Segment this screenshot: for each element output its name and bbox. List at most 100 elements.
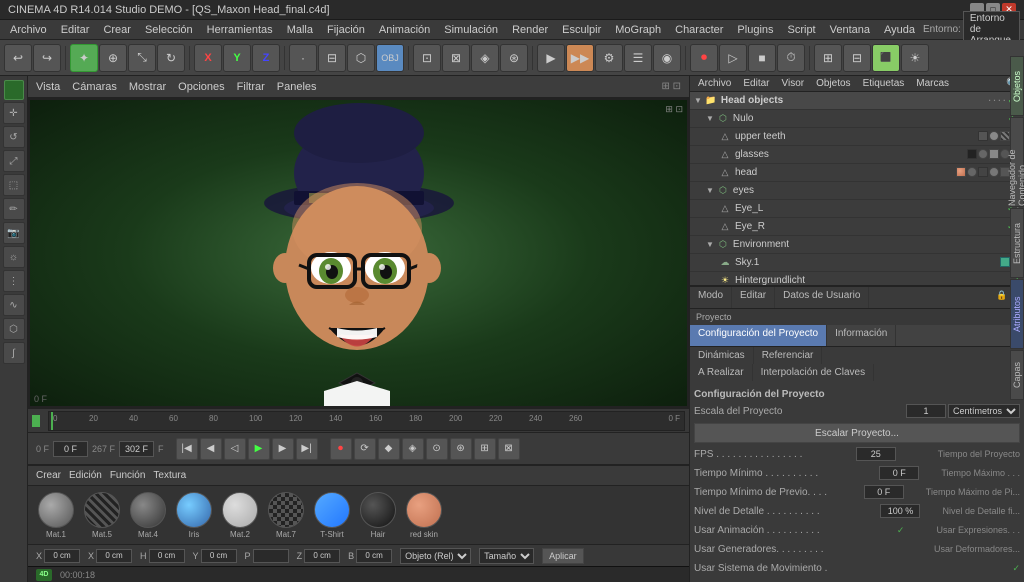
tamaño-select[interactable]: Tamaño — [479, 548, 534, 564]
render-full-btn[interactable]: ▶▶ — [566, 44, 594, 72]
nurbs-btn[interactable]: ∿ — [3, 294, 25, 316]
vp-paneles[interactable]: Paneles — [277, 81, 317, 93]
mat-item-5[interactable]: Mat.5 — [82, 492, 122, 539]
vp-opciones[interactable]: Opciones — [178, 81, 224, 93]
goto-end-btn[interactable]: ▶| — [296, 438, 318, 460]
coord-y-input[interactable] — [201, 549, 237, 563]
vp-vista[interactable]: Vista — [36, 81, 60, 93]
mat-funcion[interactable]: Función — [110, 470, 146, 481]
rotate-tool-btn[interactable]: ↺ — [3, 126, 25, 148]
menu-archivo[interactable]: Archivo — [4, 23, 53, 37]
mat-item-7[interactable]: Mat.7 — [266, 492, 306, 539]
attr-subtab-interp[interactable]: Interpolación de Claves — [753, 364, 875, 381]
side-tab-capas[interactable]: Capas — [1010, 350, 1024, 400]
goto-start-btn[interactable]: |◀ — [176, 438, 198, 460]
side-tab-objetos[interactable]: Objetos — [1010, 56, 1024, 116]
attr-tminp-input[interactable] — [864, 485, 904, 499]
mat-item-1[interactable]: Mat.1 — [36, 492, 76, 539]
key-btn[interactable]: ◆ — [378, 438, 400, 460]
frame-current-input[interactable] — [53, 441, 88, 457]
menu-ayuda[interactable]: Ayuda — [878, 23, 921, 37]
snap2-btn[interactable]: ⊠ — [442, 44, 470, 72]
coord-x2-input[interactable] — [96, 549, 132, 563]
mat-item-4[interactable]: Mat.4 — [128, 492, 168, 539]
render-extra-btn[interactable]: ◉ — [653, 44, 681, 72]
play-back-btn[interactable]: ◁ — [224, 438, 246, 460]
attr-tmin-input[interactable] — [879, 466, 919, 480]
rp-archivo[interactable]: Archivo — [694, 77, 735, 90]
paint-tool-btn[interactable]: ✏ — [3, 198, 25, 220]
menu-animacion[interactable]: Animación — [373, 23, 436, 37]
coord-z-input[interactable] — [304, 549, 340, 563]
polys-btn[interactable]: ⬡ — [347, 44, 375, 72]
menu-herramientas[interactable]: Herramientas — [201, 23, 279, 37]
color-btn[interactable]: ⬛ — [872, 44, 900, 72]
mat-item-2[interactable]: Mat.2 — [220, 492, 260, 539]
rp-objetos[interactable]: Objetos — [812, 77, 854, 90]
menu-render[interactable]: Render — [506, 23, 554, 37]
object-mode-select[interactable]: Objeto (Rel) — [400, 548, 471, 564]
attr-tab-modo[interactable]: Modo — [690, 287, 732, 308]
menu-esculpir[interactable]: Esculpir — [556, 23, 607, 37]
grid-snap-btn[interactable]: ⊞ — [474, 438, 496, 460]
play-fwd-btn[interactable]: ▶ — [248, 438, 270, 460]
menu-mograph[interactable]: MoGraph — [609, 23, 667, 37]
vp-mostrar[interactable]: Mostrar — [129, 81, 166, 93]
coord-p-input[interactable] — [253, 549, 289, 563]
menu-fijacion[interactable]: Fijación — [321, 23, 371, 37]
render-queue-btn[interactable]: ☰ — [624, 44, 652, 72]
coord-b-input[interactable] — [356, 549, 392, 563]
z-axis-btn[interactable]: Z — [252, 44, 280, 72]
menu-simulacion[interactable]: Simulación — [438, 23, 504, 37]
prev-frame-btn[interactable]: ◀ — [200, 438, 222, 460]
move-tool-btn[interactable]: ✛ — [3, 102, 25, 124]
loop-btn[interactable]: ⟳ — [354, 438, 376, 460]
undo-btn[interactable]: ↩ — [4, 44, 32, 72]
mat-item-iris[interactable]: Iris — [174, 492, 214, 539]
viewport[interactable]: ⊞ ⊡ 0 F — [28, 98, 689, 408]
record-btn[interactable]: ⏺ — [690, 44, 718, 72]
aplicar-btn[interactable]: Aplicar — [542, 548, 584, 564]
menu-character[interactable]: Character — [669, 23, 729, 37]
attr-subtab-info[interactable]: Información — [827, 325, 896, 346]
menu-seleccion[interactable]: Selección — [139, 23, 199, 37]
expand-icon-head-objects[interactable]: ▼ — [694, 96, 702, 105]
move-btn[interactable]: ⊕ — [99, 44, 127, 72]
rp-visor[interactable]: Visor — [777, 77, 808, 90]
points-btn[interactable]: · — [289, 44, 317, 72]
select-tool-btn[interactable]: ⬚ — [3, 174, 25, 196]
y-axis-btn[interactable]: Y — [223, 44, 251, 72]
mat-item-tshirt[interactable]: T-Shirt — [312, 492, 352, 539]
attr-tab-datos[interactable]: Datos de Usuario — [775, 287, 869, 308]
obj-upper-teeth[interactable]: △ upper teeth ✓ — [690, 128, 1024, 146]
magnet-btn[interactable]: ⊛ — [500, 44, 528, 72]
obj-hintergrundlicht[interactable]: ☀ Hintergrundlicht ✓ — [690, 272, 1024, 285]
menu-malla[interactable]: Malla — [281, 23, 319, 37]
timeline-ruler[interactable]: 0 20 40 60 80 100 120 140 160 180 200 22… — [48, 411, 685, 431]
obj-glasses[interactable]: △ glasses ✓ — [690, 146, 1024, 164]
obj-environment[interactable]: ▼ ⬡ Environment ✓ — [690, 236, 1024, 254]
mat-item-skin[interactable]: red skin — [404, 492, 444, 539]
anim-btn[interactable]: ⏱ — [777, 44, 805, 72]
obj-nulo[interactable]: ▼ ⬡ Nulo ✓ · — [690, 110, 1024, 128]
render-view-btn[interactable]: ▶ — [537, 44, 565, 72]
attr-subtab-real[interactable]: A Realizar — [690, 364, 753, 381]
mat-textura[interactable]: Textura — [153, 470, 186, 481]
rotate-btn[interactable]: ↻ — [157, 44, 185, 72]
obj-head[interactable]: △ head ✓ — [690, 164, 1024, 182]
render-settings-btn[interactable]: ⚙ — [595, 44, 623, 72]
edges-btn[interactable]: ⊟ — [318, 44, 346, 72]
deform-btn[interactable]: ⋮ — [3, 270, 25, 292]
obj-eye-l[interactable]: △ Eye_L ✓ ⟨ — [690, 200, 1024, 218]
spline-btn[interactable]: ∫ — [3, 342, 25, 364]
attr-escala-unit[interactable]: Centímetros — [948, 404, 1020, 418]
expand-icon-eyes[interactable]: ▼ — [706, 186, 714, 195]
side-tab-estructura[interactable]: Estructura — [1010, 208, 1024, 278]
menu-ventana[interactable]: Ventana — [824, 23, 876, 37]
redo-btn[interactable]: ↪ — [33, 44, 61, 72]
menu-script[interactable]: Script — [782, 23, 822, 37]
record-active-btn[interactable]: ⏺ — [330, 438, 352, 460]
vp-filtrar[interactable]: Filtrar — [237, 81, 265, 93]
scale-tool-btn[interactable]: ⤢ — [3, 150, 25, 172]
motion-btn[interactable]: ⊛ — [450, 438, 472, 460]
